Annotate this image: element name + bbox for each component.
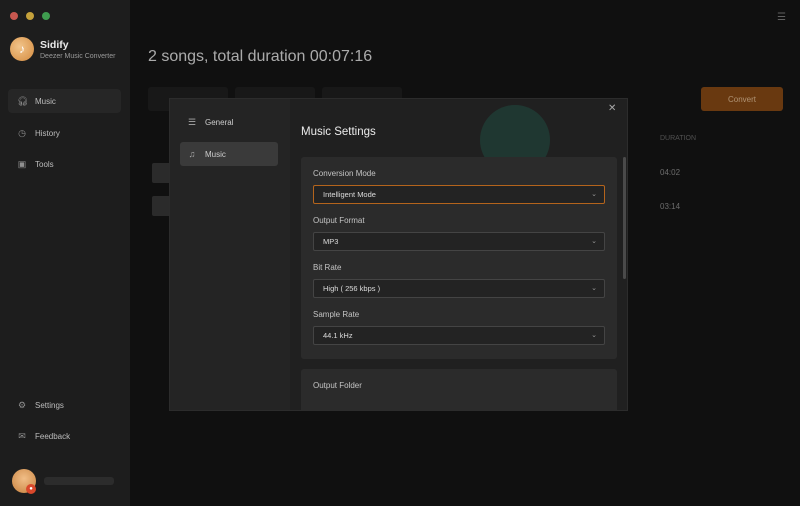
- settings-content: ✕ Music Settings Conversion Mode Intelli…: [290, 99, 627, 410]
- chevron-down-icon: ⌄: [591, 285, 597, 292]
- headphones-icon: 🎧︎: [17, 95, 29, 106]
- sidebar-item-history[interactable]: ◷ History: [8, 121, 121, 145]
- app-subtitle: Deezer Music Converter: [40, 52, 116, 60]
- conversion-mode-value: Intelligent Mode: [323, 190, 376, 199]
- app-name: Sidify: [40, 38, 69, 51]
- brand: ♪ Sidify Deezer Music Converter: [10, 37, 115, 61]
- output-folder-panel: Output Folder: [301, 369, 617, 410]
- bit-rate-value: High ( 256 kbps ): [323, 284, 381, 293]
- app-window: ♪ Sidify Deezer Music Converter 🎧︎ Music…: [0, 0, 800, 506]
- output-folder-label: Output Folder: [313, 381, 362, 390]
- settings-nav: ☰ General ♫ Music: [170, 99, 290, 410]
- window-controls: [10, 12, 50, 20]
- output-format-select[interactable]: MP3 ⌄: [313, 232, 605, 251]
- music-settings-panel: Conversion Mode Intelligent Mode ⌄ Outpu…: [301, 157, 617, 359]
- maximize-window-button[interactable]: [42, 12, 50, 20]
- settings-dialog: ☰ General ♫ Music ✕ Music Settings Conve…: [169, 98, 628, 411]
- settings-nav-label: General: [205, 117, 234, 127]
- settings-nav-music[interactable]: ♫ Music: [180, 142, 278, 166]
- sample-rate-label: Sample Rate: [313, 310, 360, 319]
- close-icon[interactable]: ✕: [608, 103, 616, 114]
- bit-rate-select[interactable]: High ( 256 kbps ) ⌄: [313, 279, 605, 298]
- sliders-icon: ☰: [187, 116, 197, 127]
- sample-rate-value: 44.1 kHz: [323, 331, 353, 340]
- account-badge-icon: ●: [26, 484, 36, 494]
- conversion-mode-label: Conversion Mode: [313, 169, 376, 178]
- sidebar-item-label: Tools: [35, 159, 54, 169]
- toolbox-icon: ▣: [17, 158, 27, 169]
- chevron-down-icon: ⌄: [591, 332, 597, 339]
- sidebar-item-label: Feedback: [35, 431, 71, 441]
- app-logo-icon: ♪: [10, 37, 34, 61]
- sidebar-item-label: Settings: [35, 400, 64, 410]
- sidebar-item-label: History: [35, 128, 60, 138]
- account-name-placeholder: [44, 477, 114, 485]
- sidebar: ♪ Sidify Deezer Music Converter 🎧︎ Music…: [0, 0, 130, 506]
- sidebar-item-settings[interactable]: ⚙ Settings: [8, 393, 121, 417]
- output-format-value: MP3: [323, 237, 339, 246]
- mail-icon: ✉: [18, 430, 26, 441]
- bit-rate-label: Bit Rate: [313, 263, 342, 272]
- clock-icon: ◷: [18, 127, 26, 138]
- sidebar-item-tools[interactable]: ▣ Tools: [8, 152, 121, 176]
- minimize-window-button[interactable]: [26, 12, 34, 20]
- output-format-label: Output Format: [313, 216, 365, 225]
- settings-nav-label: Music: [205, 149, 226, 159]
- sidebar-item-feedback[interactable]: ✉ Feedback: [8, 424, 121, 448]
- chevron-down-icon: ⌄: [591, 238, 597, 245]
- chevron-down-icon: ⌄: [591, 191, 597, 198]
- sidebar-item-label: Music: [35, 96, 56, 106]
- scrollbar[interactable]: [623, 157, 626, 279]
- music-note-icon: ♫: [188, 149, 196, 159]
- gear-icon: ⚙: [17, 399, 27, 410]
- settings-nav-general[interactable]: ☰ General: [180, 110, 278, 134]
- sample-rate-select[interactable]: 44.1 kHz ⌄: [313, 326, 605, 345]
- conversion-mode-select[interactable]: Intelligent Mode ⌄: [313, 185, 605, 204]
- dialog-title: Music Settings: [301, 126, 376, 138]
- close-window-button[interactable]: [10, 12, 18, 20]
- sidebar-item-music[interactable]: 🎧︎ Music: [8, 89, 121, 113]
